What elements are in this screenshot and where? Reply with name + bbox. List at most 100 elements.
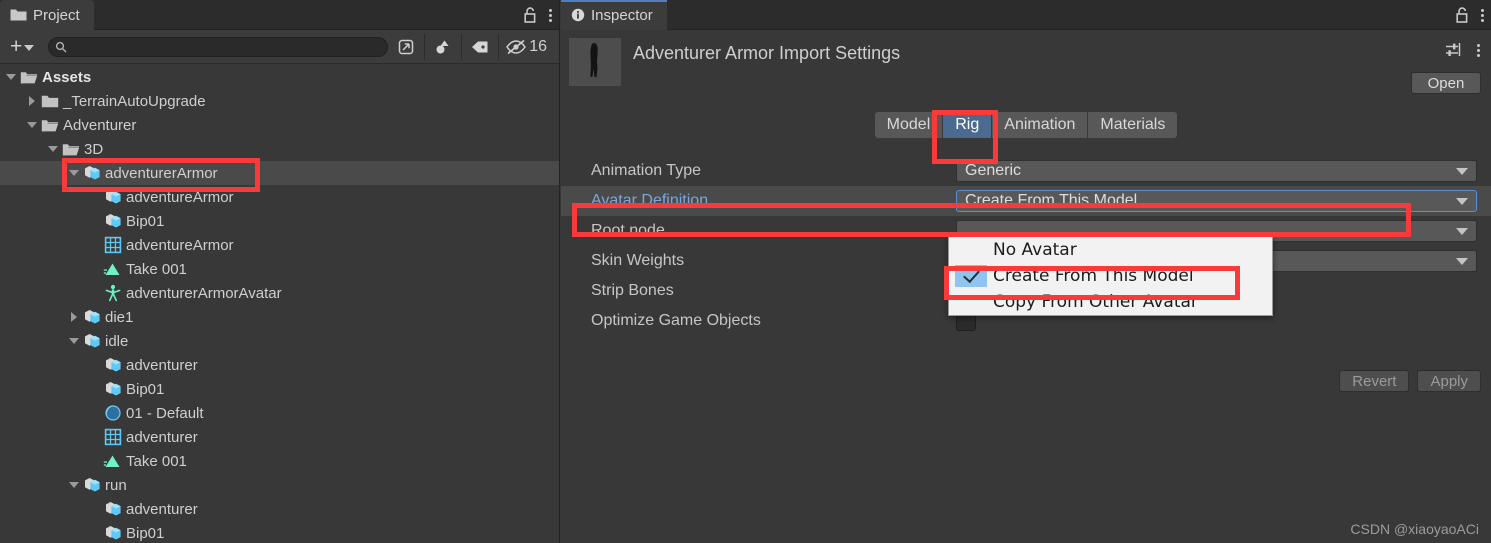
tree-row[interactable]: run [0, 473, 559, 497]
search-field[interactable] [48, 36, 389, 57]
search-input[interactable] [71, 39, 382, 54]
avatar-definition-dropdown-menu[interactable]: No Avatar Create From This Model Copy From… [948, 236, 1273, 316]
tree-row[interactable]: Take 001 [0, 257, 559, 281]
tree-row-label: adventurerArmorAvatar [126, 284, 282, 302]
property-value: Generic [965, 162, 1022, 179]
kebab-menu-icon[interactable] [1477, 42, 1481, 58]
prefab-model-icon [102, 379, 124, 399]
plus-icon: + [10, 35, 23, 58]
tree-row[interactable]: adventurerArmor [0, 161, 559, 185]
tree-row[interactable]: Bip01 [0, 377, 559, 401]
tab-inspector-label: Inspector [591, 6, 653, 24]
property-row: Animation Type Generic [561, 156, 1491, 186]
tree-row-label: adventurer [126, 356, 198, 374]
property-label: Optimize Game Objects [591, 312, 761, 329]
tree-row[interactable]: _TerrainAutoUpgrade [0, 89, 559, 113]
chevron-down-icon[interactable] [67, 161, 81, 185]
unity-editor-window: Project + 16 Assets _TerrainAutoUpgrade … [0, 0, 1491, 543]
tree-row[interactable]: 01 - Default [0, 401, 559, 425]
property-dropdown[interactable]: Create From This Model [956, 190, 1477, 212]
tree-row[interactable]: Bip01 [0, 521, 559, 543]
filter-by-type-button[interactable] [425, 33, 461, 61]
tab-model[interactable]: Model [874, 112, 944, 138]
tree-row-label: Bip01 [126, 380, 165, 398]
tab-project-label: Project [33, 6, 80, 24]
revert-button[interactable]: Revert [1339, 370, 1410, 392]
filter-by-label-button[interactable] [462, 33, 498, 61]
chevron-down-icon [1456, 227, 1468, 235]
inspector-panel: Inspector Adventurer Armor Import Settin… [561, 0, 1491, 543]
open-button[interactable]: Open [1411, 72, 1481, 94]
model-preview-thumbnail [569, 38, 621, 86]
project-asset-tree[interactable]: Assets _TerrainAutoUpgrade Adventurer 3D ad… [0, 65, 559, 543]
tree-row-label: run [105, 476, 127, 494]
tree-row-label: _TerrainAutoUpgrade [63, 92, 206, 110]
tab-materials[interactable]: Materials [1088, 112, 1178, 138]
tree-row[interactable]: 3D [0, 137, 559, 161]
tree-row[interactable]: Take 001 [0, 449, 559, 473]
padlock-icon[interactable] [1455, 6, 1469, 24]
create-asset-button[interactable]: + [4, 36, 40, 57]
tree-row[interactable]: adventureArmor [0, 185, 559, 209]
apply-button[interactable]: Apply [1417, 370, 1481, 392]
tree-row[interactable]: adventurer [0, 425, 559, 449]
import-settings-tabs: Model Rig Animation Materials [561, 110, 1491, 140]
tab-animation[interactable]: Animation [992, 112, 1089, 138]
chevron-right-icon[interactable] [25, 89, 39, 113]
property-label: Avatar Definition [591, 192, 709, 209]
tab-rig[interactable]: Rig [943, 112, 993, 138]
hidden-assets-button[interactable]: 16 [499, 33, 553, 61]
tree-row[interactable]: adventurer [0, 353, 559, 377]
inspector-header-icons [1445, 42, 1481, 58]
tree-row-label: idle [105, 332, 129, 350]
tree-row-label: adventureArmor [126, 236, 234, 254]
chevron-down-icon[interactable] [67, 473, 81, 497]
chevron-right-icon[interactable] [67, 305, 81, 329]
project-tabstrip: Project [0, 0, 559, 30]
popout-search-button[interactable] [388, 33, 424, 61]
prefab-model-icon [81, 331, 103, 351]
dropdown-menu-item[interactable]: Create From This Model [949, 263, 1272, 289]
chevron-down-icon[interactable] [67, 329, 81, 353]
chevron-down-icon[interactable] [4, 65, 18, 89]
tree-row[interactable]: adventureArmor [0, 233, 559, 257]
tab-project[interactable]: Project [0, 0, 94, 30]
dropdown-menu-item[interactable]: No Avatar [949, 237, 1272, 263]
chevron-down-icon[interactable] [46, 137, 60, 161]
inspector-header: Adventurer Armor Import Settings Open [561, 30, 1491, 94]
tree-row[interactable]: Bip01 [0, 209, 559, 233]
property-label: Skin Weights [591, 252, 685, 269]
project-toolbar: + 16 [0, 30, 559, 64]
prefab-model-icon [81, 475, 103, 495]
search-icon [55, 41, 67, 53]
inspector-tab-icons [1455, 0, 1485, 30]
dropdown-menu-item[interactable]: Copy From Other Avatar [949, 289, 1272, 315]
property-dropdown[interactable]: Generic [956, 160, 1477, 182]
dropdown-menu-item-label: No Avatar [993, 240, 1077, 260]
tree-row[interactable]: Adventurer [0, 113, 559, 137]
tree-row-label: adventureArmor [126, 188, 234, 206]
tree-row[interactable]: adventurer [0, 497, 559, 521]
kebab-menu-icon[interactable] [1481, 7, 1485, 23]
dropdown-menu-item-label: Copy From Other Avatar [993, 292, 1198, 312]
tree-row-label: 3D [84, 140, 104, 158]
watermark: CSDN @xiaoyaoACi [1350, 521, 1479, 537]
prefab-model-icon [102, 523, 124, 543]
tree-row[interactable]: idle [0, 329, 559, 353]
kebab-menu-icon[interactable] [549, 7, 553, 23]
tab-inspector[interactable]: Inspector [561, 0, 667, 30]
tree-row[interactable]: adventurerArmorAvatar [0, 281, 559, 305]
preset-sliders-icon[interactable] [1445, 42, 1463, 58]
tree-row[interactable]: die1 [0, 305, 559, 329]
chevron-down-icon[interactable] [25, 113, 39, 137]
chevron-down-icon [1456, 167, 1468, 175]
tree-row[interactable]: Assets [0, 65, 559, 89]
padlock-icon[interactable] [523, 6, 537, 24]
tree-row-label: Bip01 [126, 524, 165, 542]
